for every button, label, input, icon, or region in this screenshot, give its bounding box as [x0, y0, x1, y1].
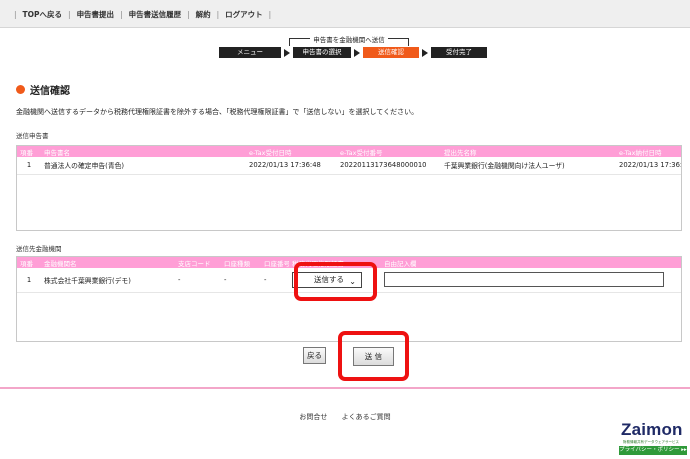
flow-caption: 申告書を金融機関へ送信	[219, 34, 479, 44]
col-receipt-number: e-Tax受付番号	[337, 146, 433, 157]
bullet-icon	[16, 85, 25, 94]
nav-separator: |	[216, 10, 220, 19]
step-select: 申告書の選択	[293, 47, 351, 58]
step-arrow-icon	[284, 48, 290, 57]
zaimon-logo: Zaimon 財務情報共有データウェアサービス プライバシー・ポリシー ▸▸	[619, 418, 687, 456]
step-confirm: 送信確認	[363, 47, 419, 58]
instruction-text: 金融機関へ送信するデータから税務代理権限証書を除外する場合、「税務代理権限証書」…	[16, 108, 419, 116]
logo-tagline: 財務情報共有データウェアサービス	[623, 440, 679, 444]
cell-receipt-date: 2022/01/13 17:36:48	[246, 157, 337, 175]
flow-steps: メニュー 申告書の選択 送信確認 受付完了	[219, 47, 487, 58]
col-form-name: 申告書名	[41, 146, 186, 157]
cell-bank-name: 株式会社千葉興業銀行(デモ)	[41, 268, 175, 293]
nav-cancel-link[interactable]: 解約	[196, 9, 211, 20]
cell-branch-code: -	[175, 268, 221, 293]
col-branch-code: 支店コード	[175, 257, 221, 268]
table-row: 1 普通法人の確定申告(青色) 2022/01/13 17:36:48 2022…	[17, 157, 681, 175]
privacy-policy-link[interactable]: プライバシー・ポリシー ▸▸	[619, 446, 687, 455]
step-menu: メニュー	[219, 47, 281, 58]
col-account-number: 口座番号	[261, 257, 289, 268]
divider	[0, 387, 690, 389]
footer-links: お問合せ よくあるご質問	[0, 412, 690, 422]
cell-payment-date: 2022/01/13 17:36:48	[616, 157, 681, 175]
col-bank-name: 金融機関名	[41, 257, 175, 268]
back-button[interactable]: 戻る	[303, 347, 326, 364]
highlight-send-annotation	[338, 331, 409, 381]
col-blank	[433, 146, 441, 157]
nav-separator: |	[68, 10, 71, 19]
nav-separator: |	[187, 10, 190, 19]
cell-blank	[186, 157, 246, 175]
progress-flow: 申告書を金融機関へ送信 メニュー 申告書の選択 送信確認 受付完了	[219, 34, 487, 64]
faq-link[interactable]: よくあるご質問	[342, 413, 391, 421]
nav-separator: |	[268, 10, 272, 19]
step-arrow-icon	[354, 48, 360, 57]
declarations-label: 送信申告書	[16, 132, 49, 140]
top-nav-row: | TOPへ戻る | 申告書提出 | 申告書送信履歴 | 解約 | ログアウト …	[8, 9, 277, 20]
nav-logout-link[interactable]: ログアウト	[225, 9, 263, 20]
declarations-header-row: 項番 申告書名 e-Tax受付日時 e-Tax受付番号 提出先名称 e-Tax納…	[17, 146, 681, 157]
memo-input[interactable]	[384, 272, 664, 288]
nav-top-link[interactable]: TOPへ戻る	[23, 9, 63, 20]
page-title-text: 送信確認	[30, 86, 70, 97]
declarations-table-box: 項番 申告書名 e-Tax受付日時 e-Tax受付番号 提出先名称 e-Tax納…	[16, 145, 682, 231]
cell-memo	[381, 268, 681, 293]
highlight-select-annotation	[294, 262, 377, 301]
cell-no: 1	[17, 157, 41, 175]
step-arrow-icon	[422, 48, 428, 57]
nav-submit-link[interactable]: 申告書提出	[77, 9, 115, 20]
nav-separator: |	[14, 10, 17, 19]
declarations-table: 項番 申告書名 e-Tax受付日時 e-Tax受付番号 提出先名称 e-Tax納…	[17, 146, 681, 175]
cell-blank	[433, 157, 441, 175]
page-title: 送信確認	[16, 82, 70, 97]
logo-wordmark: Zaimon	[621, 420, 683, 439]
contact-link[interactable]: お問合せ	[299, 413, 327, 421]
cell-account-number: -	[261, 268, 289, 293]
col-account-type: 口座種類	[221, 257, 261, 268]
col-no: 項番	[17, 257, 41, 268]
cell-no: 1	[17, 268, 41, 293]
step-complete: 受付完了	[431, 47, 487, 58]
col-memo: 自由記入欄	[381, 257, 681, 268]
flow-caption-text: 申告書を金融機関へ送信	[310, 36, 388, 44]
cell-receipt-number: 20220113173648000010	[337, 157, 433, 175]
col-payment-date: e-Tax納付日時	[616, 146, 681, 157]
col-blank	[186, 146, 246, 157]
nav-separator: |	[120, 10, 123, 19]
institutions-label: 送信先金融機関	[16, 245, 62, 253]
nav-history-link[interactable]: 申告書送信履歴	[129, 9, 182, 20]
cell-form-name: 普通法人の確定申告(青色)	[41, 157, 186, 175]
top-navigation: | TOPへ戻る | 申告書提出 | 申告書送信履歴 | 解約 | ログアウト …	[0, 0, 690, 28]
col-destination: 提出先名称	[441, 146, 616, 157]
col-receipt-date: e-Tax受付日時	[246, 146, 337, 157]
cell-destination: 千葉興業銀行(金融機関向け法人ユーザ)	[441, 157, 616, 175]
col-no: 項番	[17, 146, 41, 157]
cell-account-type: -	[221, 268, 261, 293]
